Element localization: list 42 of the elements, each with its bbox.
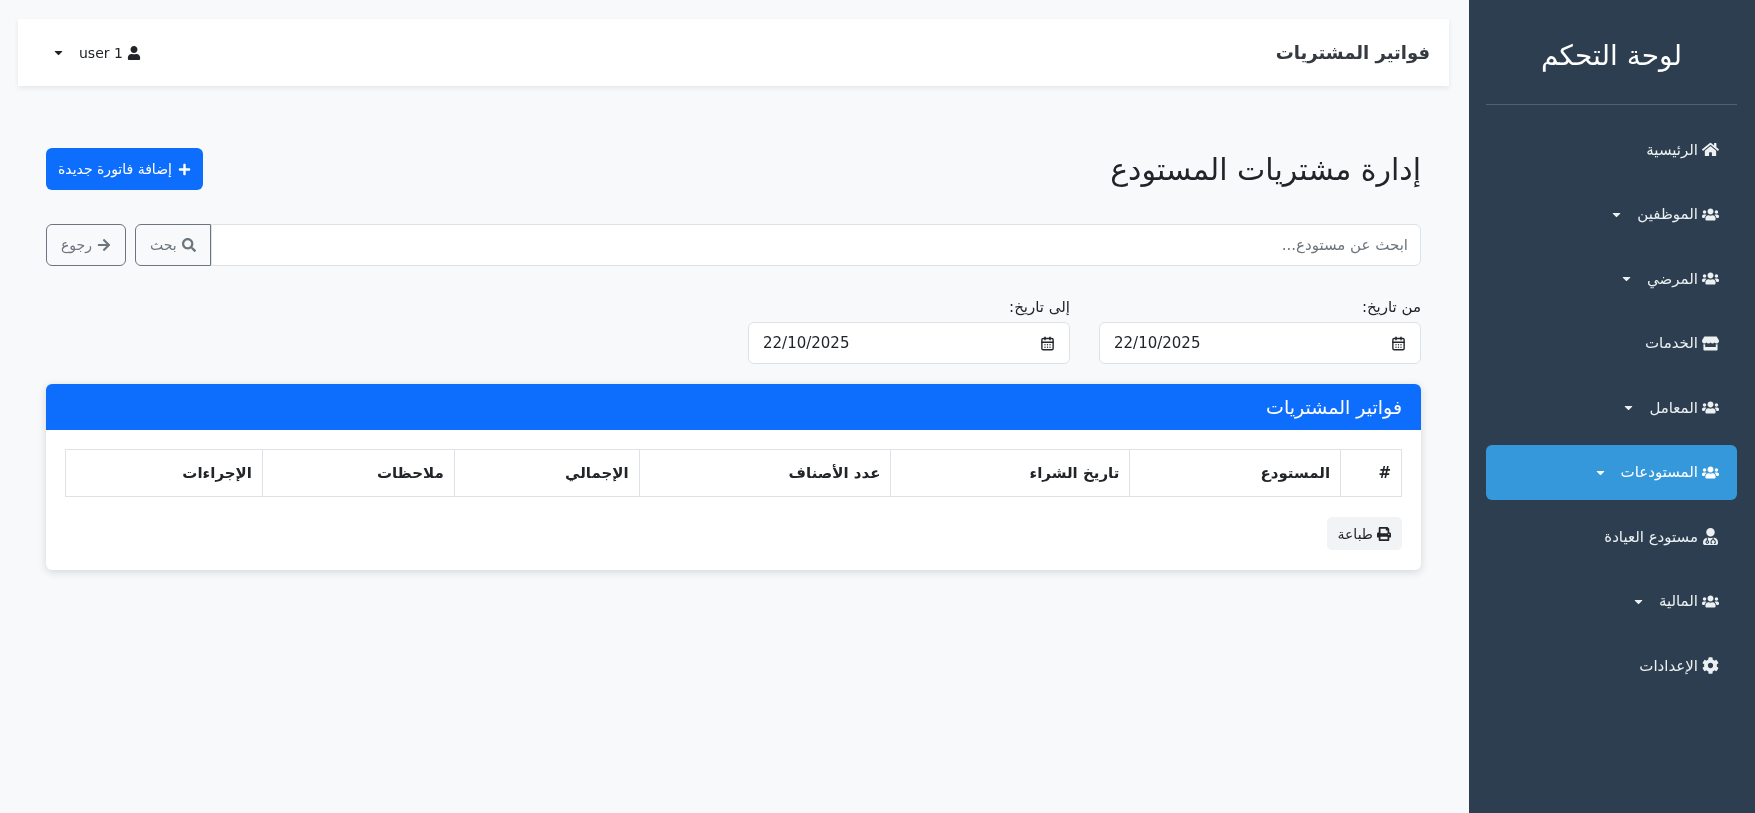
date-field[interactable]: 22/10/2025 xyxy=(748,322,1070,364)
settings-icon xyxy=(1702,657,1719,674)
back-button[interactable]: رجوع xyxy=(46,224,126,266)
store-icon xyxy=(1702,334,1719,352)
users-icon xyxy=(1702,399,1719,416)
field-label: إلى تاريخ: xyxy=(1009,298,1070,316)
column-header: عدد الأصناف xyxy=(639,449,891,497)
page-heading: إدارة مشتريات المستودع xyxy=(1110,151,1421,187)
calendar-icon xyxy=(1040,335,1055,351)
print-button[interactable]: طباعة xyxy=(1326,517,1402,550)
plus-icon xyxy=(177,162,191,176)
sidebar-item[interactable]: المرضي xyxy=(1486,251,1737,306)
sidebar-item[interactable]: المعامل xyxy=(1486,380,1737,435)
column-header: المستودع xyxy=(1129,449,1341,497)
calendar-icon xyxy=(1391,335,1406,351)
column-header: # xyxy=(1340,449,1402,497)
column-header: ملاحظات xyxy=(262,449,455,497)
column-header: الإجراءات xyxy=(65,449,263,497)
column-header: تاريخ الشراء xyxy=(890,449,1130,497)
user-menu[interactable]: user 1 xyxy=(48,40,145,65)
sidebar-item[interactable]: المالية xyxy=(1486,573,1737,629)
home-icon xyxy=(1702,141,1719,158)
page-title: فواتير المشتريات xyxy=(1275,42,1430,63)
search-button[interactable]: بحث xyxy=(135,224,211,266)
sidebar-item[interactable]: الرئيسية xyxy=(1486,122,1737,177)
printer-icon xyxy=(1377,526,1391,541)
card-header: فواتير المشتريات xyxy=(46,384,1421,430)
field-label: من تاريخ: xyxy=(1361,298,1421,316)
user-icon xyxy=(126,45,141,60)
column-header: الإجمالي xyxy=(454,449,640,497)
users-icon xyxy=(1702,270,1719,287)
date-field[interactable]: 22/10/2025 xyxy=(1099,322,1421,364)
add-invoice-button[interactable]: إضافة فاتورة جديدة xyxy=(46,148,203,190)
sidebar-item[interactable]: مستودع العيادة xyxy=(1486,509,1737,564)
sidebar-title: لوحة التحكم xyxy=(1540,38,1683,74)
arrow-right-icon xyxy=(97,238,111,252)
sidebar-item[interactable]: الخدمات xyxy=(1486,315,1737,371)
sidebar-item[interactable]: الإعدادات xyxy=(1486,638,1737,693)
sidebar-item[interactable]: الموظفين xyxy=(1486,186,1737,242)
doctor-icon xyxy=(1702,528,1719,545)
search-icon xyxy=(181,238,196,252)
search-field[interactable]: ابحث عن مستودع... xyxy=(210,224,1421,266)
